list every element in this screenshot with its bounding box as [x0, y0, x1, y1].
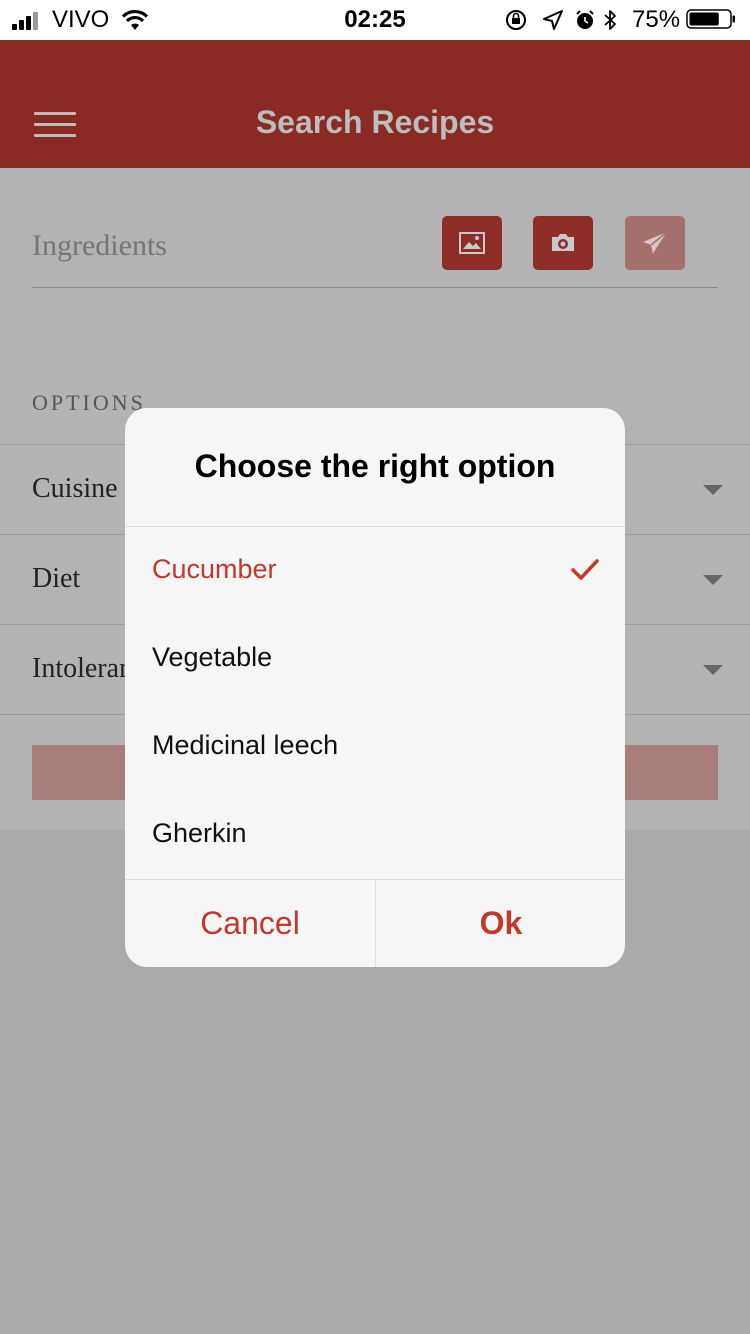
camera-icon	[552, 234, 574, 251]
chevron-down-icon	[703, 665, 723, 675]
choice-label: Vegetable	[152, 642, 273, 672]
checkmark-icon	[571, 559, 599, 580]
battery-percent: 75%	[632, 6, 681, 33]
alarm-clock-icon	[576, 10, 594, 29]
camera-button[interactable]	[533, 216, 593, 270]
chevron-down-icon	[703, 485, 723, 495]
send-paper-plane-icon	[643, 231, 668, 254]
gallery-image-icon	[459, 232, 485, 254]
location-arrow-icon	[543, 10, 563, 30]
ok-button[interactable]: Ok	[376, 880, 625, 967]
status-bar: VIVO 02:25 75%	[0, 0, 750, 40]
choice-cucumber[interactable]: Cucumber	[125, 527, 625, 615]
dialog-title: Choose the right option	[194, 448, 556, 484]
options-heading: OPTIONS	[32, 390, 146, 415]
chevron-down-icon	[703, 575, 723, 585]
option-picker-dialog: Choose the right option Cucumber Vegetab…	[125, 408, 625, 967]
cuisine-label: Cuisine	[32, 473, 118, 504]
choice-label: Cucumber	[152, 554, 277, 584]
choice-medicinal-leech[interactable]: Medicinal leech	[125, 703, 625, 791]
choice-gherkin[interactable]: Gherkin	[125, 791, 625, 879]
status-icons	[506, 10, 616, 30]
choice-vegetable[interactable]: Vegetable	[125, 615, 625, 703]
bluetooth-icon	[604, 10, 616, 30]
battery-icon	[686, 9, 735, 29]
cancel-button[interactable]: Cancel	[125, 880, 375, 967]
diet-label: Diet	[32, 563, 81, 594]
rotation-lock-icon	[506, 10, 526, 30]
ingredients-underline	[32, 287, 718, 288]
choice-label: Gherkin	[152, 818, 247, 848]
send-button[interactable]	[625, 216, 685, 270]
page-title: Search Recipes	[255, 104, 495, 140]
choice-label: Medicinal leech	[152, 730, 339, 760]
app-header: Search Recipes	[0, 40, 750, 168]
ingredients-input[interactable]	[32, 226, 412, 266]
gallery-button[interactable]	[442, 216, 502, 270]
